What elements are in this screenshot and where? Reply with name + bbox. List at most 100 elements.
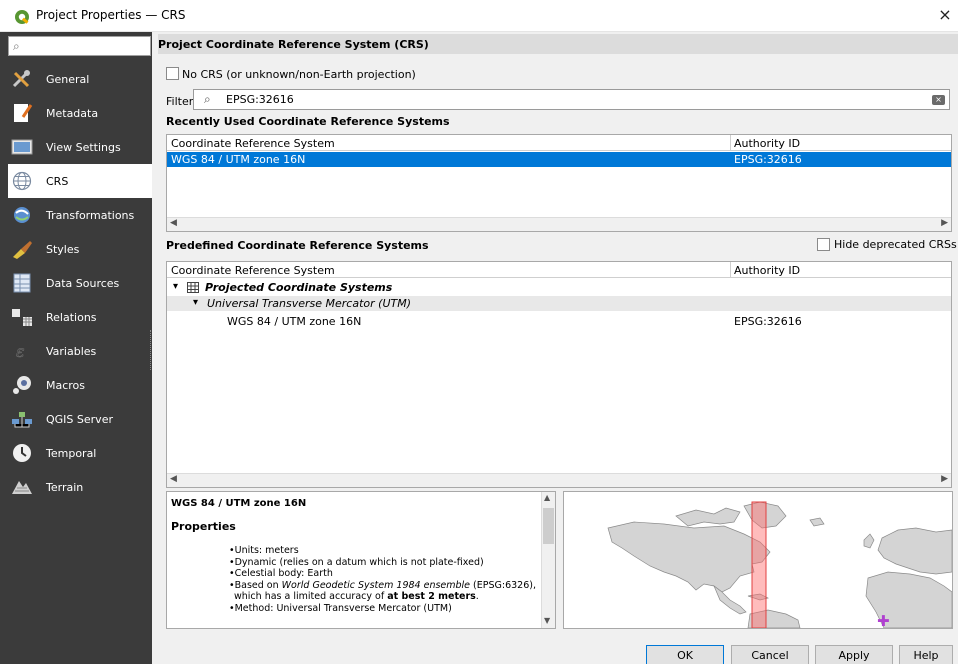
recent-crs-table: Coordinate Reference System Authority ID… bbox=[166, 134, 952, 232]
hide-deprecated-label: Hide deprecated CRSs bbox=[834, 238, 957, 251]
properties-list: •Units: meters •Dynamic (relies on a dat… bbox=[229, 545, 549, 614]
sidebar-item-label: Styles bbox=[46, 243, 80, 256]
macros-icon bbox=[13, 376, 31, 394]
transformations-icon bbox=[14, 207, 30, 223]
scroll-up-icon[interactable]: ▲ bbox=[544, 493, 550, 502]
scroll-right-icon[interactable]: ▶ bbox=[941, 218, 948, 228]
sidebar-item-relations[interactable]: Relations bbox=[0, 300, 152, 334]
predefined-horizontal-scrollbar[interactable]: ◀ ▶ bbox=[167, 473, 951, 487]
sidebar-item-label: QGIS Server bbox=[46, 413, 113, 426]
expand-arrow-icon[interactable]: ▾ bbox=[193, 297, 198, 308]
search-icon: ⌕ bbox=[13, 39, 20, 53]
column-header-crs[interactable]: Coordinate Reference System bbox=[171, 137, 335, 150]
search-icon: ⌕ bbox=[204, 92, 211, 106]
window-title: Project Properties — CRS bbox=[36, 8, 186, 22]
property-units: •Units: meters bbox=[229, 545, 299, 556]
metadata-icon bbox=[14, 104, 33, 122]
tree-subgroup-row[interactable]: ▾ Universal Transverse Mercator (UTM) bbox=[167, 296, 951, 311]
relations-icon bbox=[12, 309, 32, 326]
property-dynamic: •Dynamic (relies on a datum which is not… bbox=[229, 556, 484, 568]
sidebar-item-macros[interactable]: Macros bbox=[0, 368, 152, 402]
recent-horizontal-scrollbar[interactable]: ◀ ▶ bbox=[167, 217, 951, 231]
sidebar-search-input[interactable]: ⌕ bbox=[8, 36, 151, 56]
scroll-down-icon[interactable]: ▼ bbox=[544, 616, 550, 625]
tree-group-row[interactable]: ▾ Projected Coordinate Systems bbox=[167, 280, 951, 295]
sidebar-item-label: Metadata bbox=[46, 107, 99, 120]
properties-heading: Properties bbox=[171, 520, 236, 533]
scroll-right-icon[interactable]: ▶ bbox=[941, 474, 948, 484]
sidebar-item-view-settings[interactable]: View Settings bbox=[0, 130, 152, 164]
scroll-left-icon[interactable]: ◀ bbox=[170, 474, 177, 484]
crs-name-cell: WGS 84 / UTM zone 16N bbox=[171, 153, 306, 166]
tools-icon bbox=[12, 70, 30, 88]
property-celestial: •Celestial body: Earth bbox=[229, 568, 333, 579]
table-grid-icon bbox=[187, 282, 199, 293]
sidebar-item-label: View Settings bbox=[46, 141, 121, 154]
recent-crs-heading: Recently Used Coordinate Reference Syste… bbox=[166, 115, 450, 128]
expand-arrow-icon[interactable]: ▾ bbox=[173, 281, 178, 292]
styles-icon bbox=[13, 241, 32, 259]
crs-info-pane[interactable]: WGS 84 / UTM zone 16N Properties •Units:… bbox=[166, 491, 556, 629]
column-header-crs[interactable]: Coordinate Reference System bbox=[171, 264, 335, 277]
column-header-authority[interactable]: Authority ID bbox=[734, 137, 800, 150]
clear-filter-icon[interactable]: × bbox=[932, 95, 945, 105]
title-bar: Project Properties — CRS × bbox=[0, 0, 958, 32]
predefined-crs-tree: Coordinate Reference System Authority ID… bbox=[166, 261, 952, 488]
sidebar-item-label: Variables bbox=[46, 345, 97, 358]
crosshair-icon: ✚ bbox=[877, 612, 890, 629]
sidebar-item-temporal[interactable]: Temporal bbox=[0, 436, 152, 470]
apply-button[interactable]: Apply bbox=[815, 645, 893, 664]
table-row[interactable]: WGS 84 / UTM zone 16N EPSG:32616 bbox=[167, 314, 951, 329]
svg-text:ε: ε bbox=[16, 342, 25, 361]
sidebar-item-metadata[interactable]: Metadata bbox=[0, 96, 152, 130]
clock-icon bbox=[13, 444, 31, 462]
sidebar-item-label: Transformations bbox=[46, 209, 135, 222]
qgis-logo-icon bbox=[15, 10, 29, 24]
data-sources-icon bbox=[13, 273, 31, 293]
utm-zone-extent bbox=[751, 501, 767, 628]
no-crs-label: No CRS (or unknown/non-Earth projection) bbox=[182, 68, 416, 81]
authority-id-cell: EPSG:32616 bbox=[734, 315, 802, 328]
sidebar-item-terrain[interactable]: Terrain bbox=[0, 470, 152, 504]
crs-info-title: WGS 84 / UTM zone 16N bbox=[171, 498, 307, 509]
crs-section-title: Project Coordinate Reference System (CRS… bbox=[158, 38, 429, 51]
terrain-icon bbox=[12, 481, 32, 494]
info-vertical-scrollbar[interactable]: ▲ ▼ bbox=[541, 492, 555, 628]
property-accuracy: which has a limited accuracy of at best … bbox=[234, 591, 479, 602]
filter-input[interactable]: ⌕ EPSG:32616 × bbox=[193, 89, 950, 110]
filter-value: EPSG:32616 bbox=[226, 93, 294, 106]
variables-icon: ε bbox=[16, 342, 25, 361]
crs-extent-map[interactable]: ✚ bbox=[563, 491, 953, 629]
sidebar-item-data-sources[interactable]: Data Sources bbox=[0, 266, 152, 300]
close-icon[interactable]: × bbox=[936, 5, 954, 24]
sidebar-item-variables[interactable]: ε Variables bbox=[0, 334, 152, 368]
scroll-left-icon[interactable]: ◀ bbox=[170, 218, 177, 228]
globe-icon bbox=[12, 171, 32, 191]
sidebar-item-label: CRS bbox=[46, 175, 69, 188]
predefined-crs-heading: Predefined Coordinate Reference Systems bbox=[166, 239, 429, 252]
no-crs-checkbox[interactable] bbox=[166, 67, 179, 80]
sidebar-item-transformations[interactable]: Transformations bbox=[0, 198, 152, 232]
recent-table-header: Coordinate Reference System Authority ID bbox=[167, 135, 951, 151]
sidebar-item-qgis-server[interactable]: QGIS Server bbox=[0, 402, 152, 436]
crs-section-header: Project Coordinate Reference System (CRS… bbox=[158, 34, 958, 54]
sidebar-item-label: Data Sources bbox=[46, 277, 120, 290]
sidebar-item-general[interactable]: General bbox=[0, 62, 152, 96]
sidebar-item-styles[interactable]: Styles bbox=[0, 232, 152, 266]
group-label: Projected Coordinate Systems bbox=[205, 281, 393, 294]
qgis-server-icon bbox=[12, 412, 32, 428]
subgroup-label: Universal Transverse Mercator (UTM) bbox=[207, 297, 412, 310]
sidebar-item-label: Terrain bbox=[46, 481, 84, 494]
filter-label: Filter bbox=[166, 95, 194, 108]
scroll-thumb[interactable] bbox=[543, 508, 554, 544]
table-row[interactable]: WGS 84 / UTM zone 16N EPSG:32616 bbox=[167, 152, 951, 167]
sidebar-splitter-handle[interactable] bbox=[150, 330, 152, 370]
sidebar-item-label: Macros bbox=[46, 379, 86, 392]
help-button[interactable]: Help bbox=[899, 645, 953, 664]
column-header-authority[interactable]: Authority ID bbox=[734, 264, 800, 277]
sidebar-item-crs[interactable]: CRS bbox=[8, 164, 152, 198]
hide-deprecated-checkbox[interactable] bbox=[817, 238, 830, 251]
sidebar-item-label: General bbox=[46, 73, 90, 86]
cancel-button[interactable]: Cancel bbox=[731, 645, 809, 664]
ok-button[interactable]: OK bbox=[646, 645, 724, 664]
